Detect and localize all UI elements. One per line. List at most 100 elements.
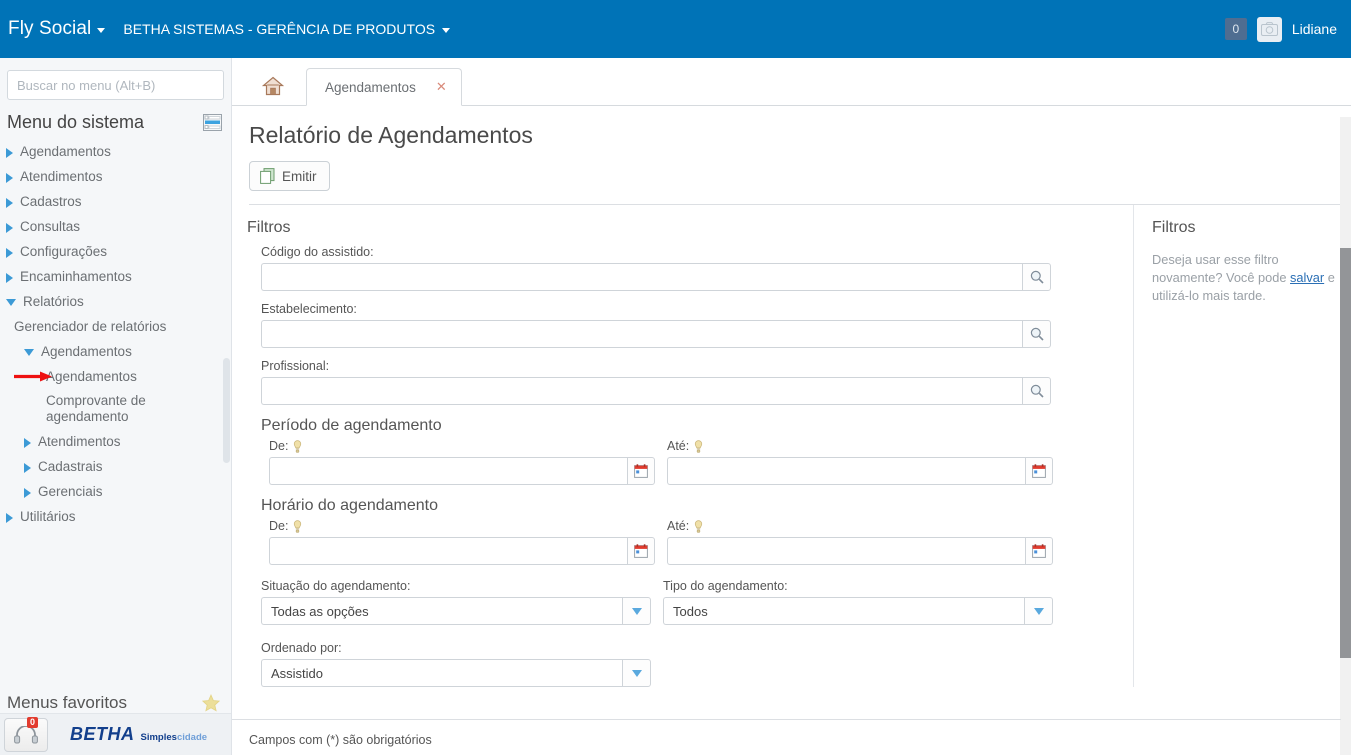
- estabelecimento-search-button[interactable]: [1022, 320, 1051, 348]
- menu-search-input[interactable]: [7, 70, 224, 100]
- input-group: [261, 320, 1051, 348]
- filters-form: Filtros Código do assistido: Estabelecim…: [232, 205, 1127, 687]
- brand-menu[interactable]: Fly Social: [8, 18, 106, 40]
- sidebar-item-cadastros[interactable]: Cadastros: [0, 189, 231, 214]
- support-headset-button[interactable]: 0: [4, 716, 48, 752]
- sidebar-item-gerenciais[interactable]: Gerenciais: [0, 479, 231, 504]
- menu-search-container: [0, 58, 231, 104]
- sidebar-item-atendimentos[interactable]: Atendimentos: [0, 164, 231, 189]
- filters-heading: Filtros: [247, 219, 291, 236]
- sidebar-item-comprovante-de-agendamento[interactable]: Comprovante de agendamento: [0, 389, 180, 429]
- tipo-select-toggle[interactable]: [1024, 597, 1053, 625]
- sidebar: Menu do sistema Agendamentos Atendimento…: [0, 58, 232, 755]
- sidebar-scrollbar-thumb[interactable]: [223, 358, 230, 463]
- required-fields-note: Campos com (*) são obrigatórios: [249, 733, 432, 747]
- sidebar-item-label: Cadastros: [20, 194, 82, 209]
- chevron-down-icon: [6, 299, 16, 306]
- horario-ate-input[interactable]: [667, 537, 1025, 565]
- menu-header: Menu do sistema: [0, 104, 231, 139]
- periodo-ate-input[interactable]: [667, 457, 1025, 485]
- sidebar-item-agendamentos[interactable]: Agendamentos: [0, 139, 231, 164]
- situacao-select-toggle[interactable]: [622, 597, 651, 625]
- horario-ate-field: Até:: [667, 519, 1053, 565]
- field-label: Tipo do agendamento:: [663, 579, 788, 593]
- periodo-ate-calendar-button[interactable]: [1025, 457, 1053, 485]
- sidebar-item-cadastrais[interactable]: Cadastrais: [0, 454, 231, 479]
- sidebar-item-relatorios-atendimentos[interactable]: Atendimentos: [0, 429, 231, 454]
- hint-bulb-icon[interactable]: [293, 439, 302, 453]
- periodo-de-calendar-button[interactable]: [627, 457, 655, 485]
- tipo-select-value[interactable]: Todos: [663, 597, 1024, 625]
- notification-count-badge[interactable]: 0: [1224, 18, 1247, 40]
- field-label: Profissional:: [261, 359, 330, 373]
- saved-filters-panel: Filtros Deseja usar esse filtro novament…: [1133, 205, 1343, 687]
- sidebar-item-gerenciador-de-relatorios[interactable]: Gerenciador de relatórios: [0, 314, 231, 339]
- horario-de-field: De:: [269, 519, 655, 565]
- close-icon[interactable]: ✕: [436, 79, 447, 95]
- chevron-right-icon: [24, 488, 31, 498]
- save-filter-link[interactable]: salvar: [1290, 270, 1324, 285]
- application-window: Fly Social BETHA SISTEMAS - GERÊNCIA DE …: [0, 0, 1351, 755]
- hint-bulb-icon[interactable]: [293, 519, 302, 533]
- ordenado-select-toggle[interactable]: [622, 659, 651, 687]
- search-icon: [1030, 384, 1044, 398]
- input-group: [261, 263, 1051, 291]
- star-icon[interactable]: [202, 694, 220, 712]
- hint-bulb-icon[interactable]: [694, 439, 703, 453]
- horario-de-input[interactable]: [269, 537, 627, 565]
- profissional-input[interactable]: [261, 377, 1022, 405]
- username-label[interactable]: Lidiane: [1292, 21, 1337, 37]
- horario-ate-calendar-button[interactable]: [1025, 537, 1053, 565]
- calendar-icon: [1032, 464, 1046, 478]
- annotation-arrow-icon: [14, 371, 52, 382]
- sidebar-item-configuracoes[interactable]: Configurações: [0, 239, 231, 264]
- emitir-button[interactable]: Emitir: [249, 161, 330, 191]
- main-scrollbar-thumb[interactable]: [1340, 248, 1351, 658]
- sidebar-item-utilitarios[interactable]: Utilitários: [0, 504, 231, 529]
- sidebar-item-encaminhamentos[interactable]: Encaminhamentos: [0, 264, 231, 289]
- tab-home[interactable]: [243, 67, 302, 105]
- sidebar-item-label: Gerenciais: [38, 484, 103, 499]
- chevron-right-icon: [24, 438, 31, 448]
- tagline-bold: Simples: [140, 732, 177, 743]
- sidebar-item-consultas[interactable]: Consultas: [0, 214, 231, 239]
- calendar-icon: [634, 464, 648, 478]
- periodo-agendamento-row: De: Até:: [247, 439, 1127, 485]
- periodo-agendamento-heading: Período de agendamento: [261, 417, 442, 434]
- input-group: [667, 457, 1053, 485]
- sidebar-item-relatorios-agendamentos[interactable]: Agendamentos: [0, 339, 231, 364]
- field-label-row: De:: [269, 519, 655, 533]
- codigo-assistido-search-button[interactable]: [1022, 263, 1051, 291]
- chevron-right-icon: [6, 273, 13, 283]
- tab-agendamentos[interactable]: Agendamentos ✕: [306, 68, 462, 106]
- list-view-icon[interactable]: [203, 114, 222, 131]
- avatar[interactable]: [1256, 16, 1282, 42]
- input-group: [269, 457, 655, 485]
- chevron-right-icon: [6, 198, 13, 208]
- hint-bulb-icon[interactable]: [694, 519, 703, 533]
- sidebar-item-label: Agendamentos: [46, 369, 137, 384]
- periodo-de-input[interactable]: [269, 457, 627, 485]
- select-group: Assistido: [261, 659, 651, 687]
- ordenado-select-value[interactable]: Assistido: [261, 659, 622, 687]
- estabelecimento-input[interactable]: [261, 320, 1022, 348]
- field-profissional: Profissional:: [247, 359, 1127, 405]
- chevron-down-icon: [24, 349, 34, 356]
- situacao-select-value[interactable]: Todas as opções: [261, 597, 622, 625]
- horario-de-calendar-button[interactable]: [627, 537, 655, 565]
- sidebar-item-label: Gerenciador de relatórios: [14, 319, 167, 334]
- betha-tagline: Simplescidade: [141, 732, 208, 743]
- sidebar-item-agendamentos-report[interactable]: Agendamentos: [0, 364, 231, 389]
- sidebar-item-label: Consultas: [20, 219, 81, 234]
- sidebar-item-label: Atendimentos: [38, 434, 121, 449]
- chevron-down-icon: [1033, 607, 1044, 615]
- top-navigation-bar: Fly Social BETHA SISTEMAS - GERÊNCIA DE …: [0, 0, 1351, 58]
- horario-de-label: De:: [269, 519, 289, 533]
- organization-label: BETHA SISTEMAS - GERÊNCIA DE PRODUTOS: [123, 21, 436, 37]
- profissional-search-button[interactable]: [1022, 377, 1051, 405]
- sidebar-item-label: Agendamentos: [41, 344, 132, 359]
- organization-selector[interactable]: BETHA SISTEMAS - GERÊNCIA DE PRODUTOS: [123, 21, 451, 37]
- aside-text-before: Deseja usar esse filtro novamente? Você …: [1152, 252, 1291, 285]
- sidebar-item-relatorios[interactable]: Relatórios: [0, 289, 231, 314]
- codigo-assistido-input[interactable]: [261, 263, 1022, 291]
